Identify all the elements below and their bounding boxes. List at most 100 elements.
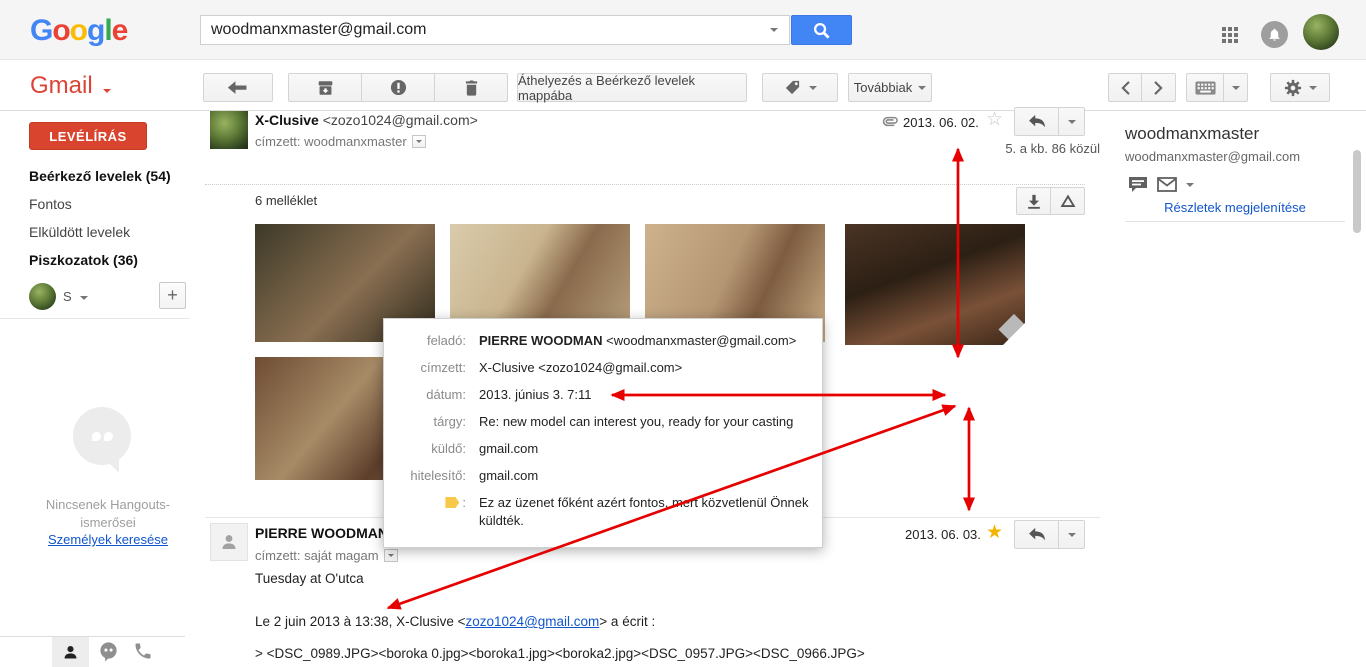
labels-button[interactable] <box>762 73 838 102</box>
save-to-drive-button[interactable] <box>1051 187 1085 215</box>
google-logo[interactable]: Google <box>30 14 127 48</box>
message2-date: 2013. 06. 03. <box>905 527 981 542</box>
chevron-left-icon <box>1121 81 1130 95</box>
google-logo-letter: e <box>112 14 128 47</box>
chevron-down-icon[interactable] <box>1186 183 1194 187</box>
hangouts-logo-icon <box>73 407 131 465</box>
account-avatar[interactable] <box>1303 14 1339 50</box>
contacts-tab[interactable] <box>52 637 89 667</box>
reply-options-chevron[interactable] <box>1059 107 1085 136</box>
gmail-label: Gmail <box>30 72 93 99</box>
delete-button[interactable] <box>435 73 508 102</box>
search-button[interactable] <box>791 15 852 45</box>
details-row-to: címzett:X-Clusive <zozo1024@gmail.com> <box>384 359 822 377</box>
report-spam-button[interactable] <box>362 73 435 102</box>
star-toggle[interactable]: ★ <box>986 521 1003 544</box>
chevron-down-icon <box>416 140 422 143</box>
drive-icon <box>1060 194 1076 208</box>
chat-self-avatar[interactable] <box>29 283 56 310</box>
message1-sender: X-Clusive <zozo1024@gmail.com> <box>255 112 478 128</box>
label-tag-icon <box>784 79 801 96</box>
quote-intro-line: Le 2 juin 2013 à 13:38, X-Clusive <zozo1… <box>255 614 655 629</box>
notifications-bell-icon[interactable] <box>1261 21 1288 48</box>
gmail-logo[interactable]: Gmail <box>30 72 111 100</box>
profile-email: woodmanxmaster@gmail.com <box>1125 149 1300 164</box>
importance-marker-icon <box>445 497 459 508</box>
message-details-popup: feladó: PIERRE WOODMAN <woodmanxmaster@g… <box>383 318 823 548</box>
show-details-chevron[interactable] <box>384 549 398 562</box>
hangouts-empty-text: Nincsenek Hangouts- ismerősei <box>0 496 216 532</box>
search-input[interactable] <box>200 15 790 45</box>
email-link[interactable]: zozo1024@gmail.com <box>466 614 600 629</box>
scrollbar-thumb[interactable] <box>1353 150 1361 233</box>
move-to-inbox-label: Áthelyezés a Beérkező levelek mappába <box>518 73 746 103</box>
show-details-chevron[interactable] <box>412 135 426 148</box>
google-logo-letter: l <box>104 14 111 47</box>
reply-options-chevron[interactable] <box>1059 520 1085 549</box>
hangouts-tab[interactable] <box>98 641 119 667</box>
chevron-down-icon <box>1309 86 1317 90</box>
chevron-down-icon <box>103 89 111 93</box>
newer-conversation-button[interactable] <box>1108 73 1142 102</box>
hangouts-search-people-link[interactable]: Személyek keresése <box>0 532 216 547</box>
sidebar-item-important[interactable]: Fontos <box>29 196 72 212</box>
chevron-down-icon <box>1232 86 1240 90</box>
show-details-link[interactable]: Részletek megjelenítése <box>1125 200 1345 215</box>
top-bar: Google <box>0 0 1366 60</box>
sender-avatar[interactable] <box>210 111 248 149</box>
archive-button[interactable] <box>288 73 362 102</box>
sender-email: <zozo1024@gmail.com> <box>319 112 478 128</box>
more-actions-button[interactable]: Továbbiak <box>848 73 932 102</box>
compose-button[interactable]: LEVÉLÍRÁS <box>29 122 147 150</box>
chevron-down-icon[interactable] <box>80 296 88 300</box>
search-options-chevron-icon[interactable] <box>770 28 778 32</box>
chat-bubble-icon[interactable] <box>1128 176 1148 193</box>
reply-button[interactable] <box>1014 520 1059 549</box>
download-icon <box>1027 194 1041 209</box>
input-tools-chevron[interactable] <box>1224 73 1248 102</box>
chevron-right-icon <box>1154 81 1163 95</box>
chevron-down-icon <box>918 86 926 90</box>
back-arrow-icon <box>227 80 249 96</box>
phone-tab[interactable] <box>133 641 153 666</box>
star-toggle[interactable]: ☆ <box>986 108 1003 131</box>
phone-icon <box>133 641 153 661</box>
attachment-paperclip-icon <box>881 113 900 130</box>
apps-grid-icon[interactable] <box>1222 27 1238 43</box>
reply-button[interactable] <box>1014 107 1059 136</box>
trash-icon <box>464 79 479 96</box>
older-conversation-button[interactable] <box>1142 73 1176 102</box>
attachments-separator <box>205 184 1085 185</box>
sidebar-item-sent[interactable]: Elküldött levelek <box>29 224 130 240</box>
download-all-button[interactable] <box>1016 187 1051 215</box>
person-silhouette-icon <box>219 532 239 552</box>
chevron-down-icon <box>1068 533 1076 537</box>
sidebar-item-drafts[interactable]: Piszkozatok (36) <box>29 252 138 268</box>
reply-arrow-icon <box>1028 114 1046 129</box>
google-logo-letter: o <box>52 14 69 47</box>
pager-count: 5. a kb. 86 közül <box>960 141 1100 156</box>
details-row-subject: tárgy:Re: new model can interest you, re… <box>384 413 822 431</box>
attachment-thumbnail[interactable] <box>845 224 1025 345</box>
chevron-down-icon <box>388 554 394 557</box>
move-to-inbox-button[interactable]: Áthelyezés a Beérkező levelek mappába <box>517 73 747 102</box>
details-row-date: dátum:2013. június 3. 7:11 <box>384 386 822 404</box>
reply-arrow-icon <box>1028 527 1046 542</box>
archive-icon <box>317 80 334 96</box>
input-tools-button[interactable] <box>1186 73 1224 102</box>
default-avatar[interactable] <box>210 523 248 561</box>
attachments-count-label: 6 melléklet <box>255 193 317 208</box>
message1-recipients: címzett: woodmanxmaster <box>255 134 426 149</box>
chevron-down-icon <box>1068 120 1076 124</box>
chat-self-name[interactable]: S <box>63 289 72 304</box>
add-contact-button[interactable]: + <box>159 282 186 309</box>
message1-date: 2013. 06. 02. <box>903 115 979 130</box>
message2-sender-name[interactable]: PIERRE WOODMAN <box>255 525 388 541</box>
sidebar-footer-divider <box>0 636 185 637</box>
more-actions-label: Továbbiak <box>854 80 913 95</box>
back-to-inbox-button[interactable] <box>203 73 273 102</box>
sidebar-item-inbox[interactable]: Beérkező levelek (54) <box>29 168 171 184</box>
settings-button[interactable] <box>1270 73 1330 102</box>
email-envelope-icon[interactable] <box>1157 177 1177 192</box>
sender-name[interactable]: X-Clusive <box>255 112 319 128</box>
